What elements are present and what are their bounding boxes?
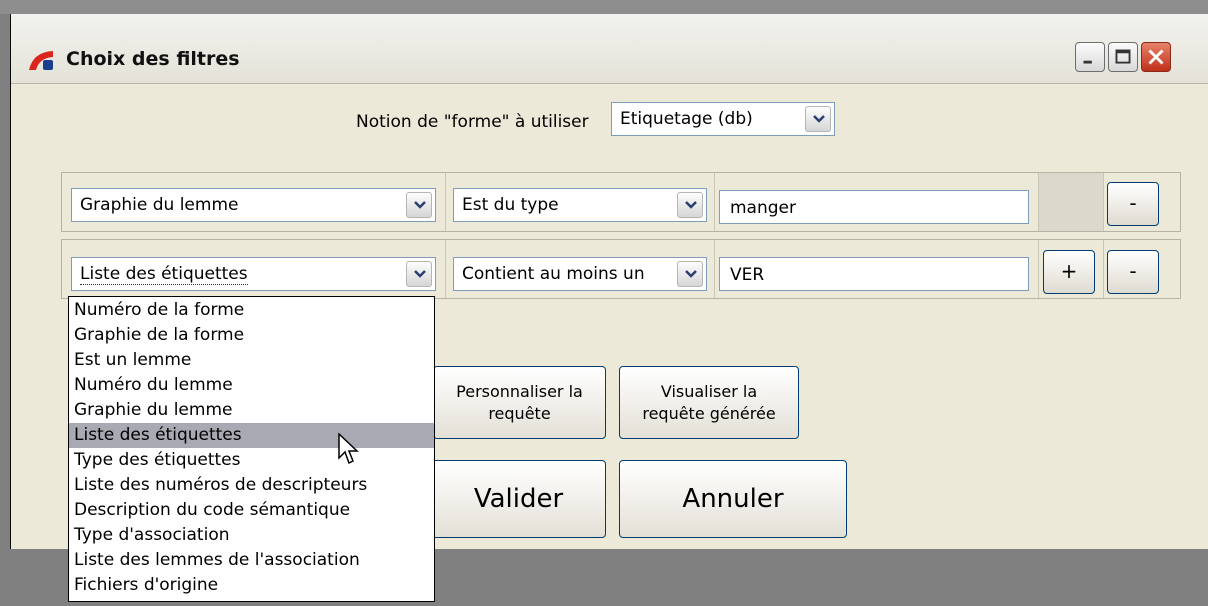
personnaliser-requete-button[interactable]: Personnaliser la requête (433, 366, 606, 439)
minimize-icon (1083, 60, 1092, 64)
filter-2-field-value: Liste des étiquettes (80, 264, 248, 285)
empty-cell (1039, 173, 1103, 231)
filter-1-operator-arrow[interactable] (677, 192, 703, 218)
filter-1-remove-button[interactable]: - (1107, 182, 1159, 226)
notion-label: Notion de "forme" à utiliser (356, 112, 589, 132)
dropdown-option[interactable]: Description du code sémantique (69, 498, 434, 523)
filter-2-operator-arrow[interactable] (677, 261, 703, 287)
field-dropdown-list: Numéro de la forme Graphie de la forme E… (68, 296, 435, 602)
maximize-button[interactable] (1108, 42, 1138, 72)
visualiser-requete-label: Visualiser la requête générée (642, 381, 776, 423)
chevron-down-icon (685, 270, 697, 278)
dropdown-option[interactable]: Type des étiquettes (69, 448, 434, 473)
filter-2-field-select[interactable]: Liste des étiquettes (71, 257, 436, 291)
filter-2-value-text: VER (730, 265, 765, 285)
desktop-background (0, 0, 1208, 14)
dropdown-option[interactable]: Fichiers d'origine (69, 573, 434, 598)
dropdown-option[interactable]: Graphie de la forme (69, 323, 434, 348)
filter-1-field-arrow[interactable] (406, 192, 432, 218)
filter-1-field-select[interactable]: Graphie du lemme (71, 188, 436, 222)
dropdown-option[interactable]: Liste des numéros de descripteurs (69, 473, 434, 498)
filter-2-operator-value: Contient au moins un (462, 264, 645, 284)
dropdown-option[interactable]: Est un lemme (69, 348, 434, 373)
filter-2-field-arrow[interactable] (406, 261, 432, 287)
filter-2-remove-button[interactable]: - (1107, 250, 1159, 294)
dropdown-option[interactable]: Type d'association (69, 523, 434, 548)
filter-1-field-value: Graphie du lemme (80, 195, 239, 215)
notion-select[interactable]: Etiquetage (db) (611, 102, 835, 136)
chevron-down-icon (414, 201, 426, 209)
app-logo-icon (29, 51, 53, 70)
minimize-button[interactable] (1075, 42, 1105, 72)
chevron-down-icon (414, 270, 426, 278)
cell-divider (445, 240, 446, 298)
dropdown-option-highlighted[interactable]: Liste des étiquettes (69, 423, 434, 448)
notion-select-value: Etiquetage (db) (620, 109, 753, 129)
filter-1-value-input[interactable]: manger (719, 190, 1029, 224)
chevron-down-icon (813, 115, 825, 123)
filter-2-add-button[interactable]: + (1043, 250, 1095, 294)
annuler-label: Annuler (682, 484, 784, 514)
cell-divider (714, 240, 715, 298)
filter-1-value-text: manger (730, 198, 796, 218)
mouse-cursor-icon (338, 433, 359, 465)
filter-1-operator-select[interactable]: Est du type (453, 188, 707, 222)
cell-divider (714, 173, 715, 231)
title-bar[interactable]: Choix des filtres (11, 14, 1208, 84)
chevron-down-icon (685, 201, 697, 209)
visualiser-requete-button[interactable]: Visualiser la requête générée (619, 366, 799, 439)
window-title: Choix des filtres (66, 48, 240, 70)
dropdown-option[interactable]: Liste des lemmes de l'association (69, 548, 434, 573)
filter-2-operator-select[interactable]: Contient au moins un (453, 257, 707, 291)
dropdown-option[interactable]: Graphie du lemme (69, 398, 434, 423)
close-button[interactable] (1141, 42, 1171, 72)
filter-2-value-input[interactable]: VER (719, 257, 1029, 291)
cell-divider (1103, 240, 1104, 298)
cell-divider (1103, 173, 1104, 231)
maximize-icon (1115, 49, 1131, 64)
dropdown-option[interactable]: Numéro de la forme (69, 298, 434, 323)
valider-button[interactable]: Valider (431, 460, 606, 538)
dropdown-option[interactable]: Numéro du lemme (69, 373, 434, 398)
close-icon (1148, 49, 1164, 65)
filter-1-operator-value: Est du type (462, 195, 559, 215)
valider-label: Valider (473, 484, 564, 514)
cell-divider (1038, 240, 1039, 298)
annuler-button[interactable]: Annuler (619, 460, 847, 538)
cell-divider (445, 173, 446, 231)
personnaliser-requete-label: Personnaliser la requête (456, 381, 583, 423)
notion-dropdown-arrow[interactable] (805, 106, 831, 132)
